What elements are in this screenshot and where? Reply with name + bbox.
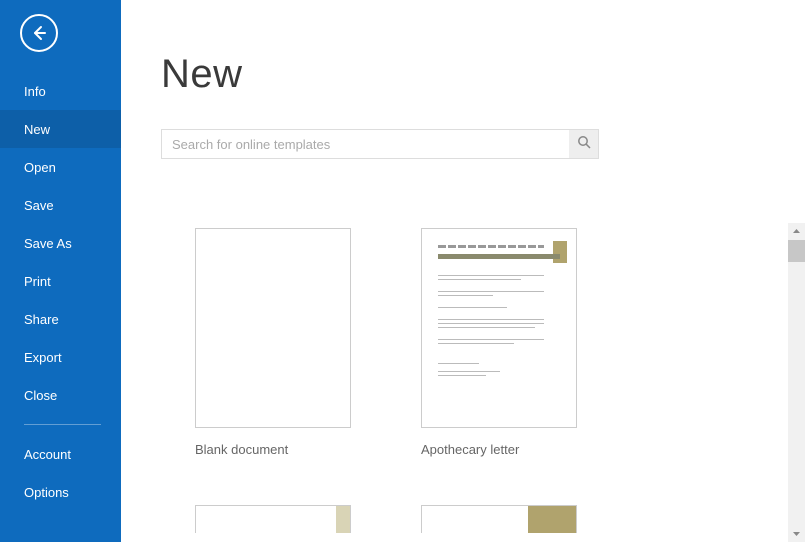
template-gallery: Blank document <box>161 228 787 542</box>
vertical-scrollbar[interactable] <box>788 223 805 542</box>
backstage-sidebar: Info New Open Save Save As Print Share E… <box>0 0 121 542</box>
sidebar-item-export[interactable]: Export <box>0 338 121 376</box>
sidebar-item-print[interactable]: Print <box>0 262 121 300</box>
sidebar-item-options[interactable]: Options <box>0 473 121 511</box>
search-input[interactable] <box>161 129 569 159</box>
template-thumb <box>421 228 577 428</box>
template-thumb <box>195 228 351 428</box>
template-thumb <box>421 505 577 533</box>
scroll-down-icon[interactable] <box>788 525 805 542</box>
sidebar-item-label: Export <box>24 350 62 365</box>
sidebar-item-new[interactable]: New <box>0 110 121 148</box>
template-tile-apothecary[interactable]: Apothecary letter <box>421 228 577 457</box>
scroll-up-icon[interactable] <box>788 223 805 240</box>
sidebar-item-label: Save As <box>24 236 72 251</box>
sidebar-item-label: New <box>24 122 50 137</box>
search-icon <box>577 135 591 154</box>
sidebar-item-label: Open <box>24 160 56 175</box>
sidebar-item-info[interactable]: Info <box>0 72 121 110</box>
sidebar-item-close[interactable]: Close <box>0 376 121 414</box>
content-area: New Blank document <box>121 0 805 542</box>
sidebar-divider <box>24 424 101 425</box>
search-row <box>161 129 599 159</box>
sidebar-item-label: Save <box>24 198 54 213</box>
template-label: Blank document <box>195 442 351 457</box>
sidebar-item-save-as[interactable]: Save As <box>0 224 121 262</box>
search-button[interactable] <box>569 129 599 159</box>
sidebar-item-save[interactable]: Save <box>0 186 121 224</box>
sidebar-item-label: Options <box>24 485 69 500</box>
template-tile-blank[interactable]: Blank document <box>195 228 351 457</box>
template-label: Apothecary letter <box>421 442 577 457</box>
back-button[interactable] <box>20 14 58 52</box>
sidebar-item-label: Close <box>24 388 57 403</box>
scroll-thumb[interactable] <box>788 240 805 262</box>
sidebar-item-label: Account <box>24 447 71 462</box>
sidebar-item-open[interactable]: Open <box>0 148 121 186</box>
template-thumb <box>195 505 351 533</box>
sidebar-item-label: Share <box>24 312 59 327</box>
template-tile-partial[interactable] <box>195 505 351 533</box>
template-tile-partial[interactable] <box>421 505 577 533</box>
sidebar-item-label: Print <box>24 274 51 289</box>
sidebar-item-share[interactable]: Share <box>0 300 121 338</box>
page-title: New <box>161 52 787 97</box>
sidebar-item-label: Info <box>24 84 46 99</box>
sidebar-item-account[interactable]: Account <box>0 435 121 473</box>
